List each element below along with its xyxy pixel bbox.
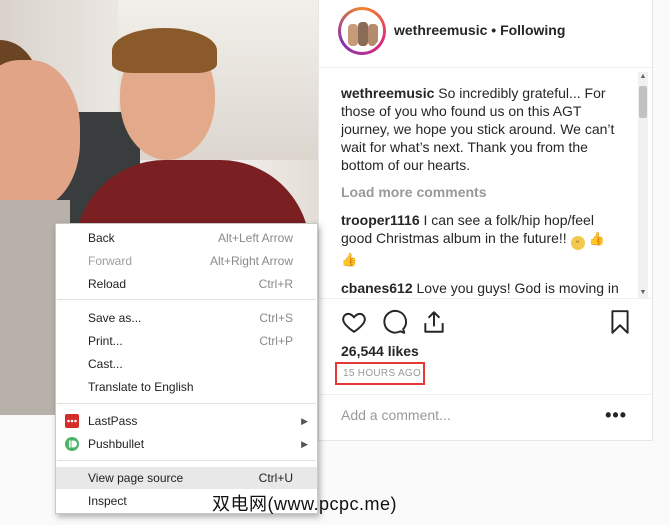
shortcut-label: Ctrl+U (258, 471, 293, 485)
more-options-icon[interactable]: ••• (605, 405, 627, 426)
menu-separator (57, 403, 316, 404)
avatar[interactable] (341, 10, 383, 52)
menu-item-print[interactable]: Print... Ctrl+P (56, 330, 317, 352)
load-more-comments-button[interactable]: Load more comments (341, 183, 627, 201)
watermark-text: 双电网(www.pcpc.me) (212, 494, 398, 514)
post-header: wethreemusic • Following (319, 0, 652, 68)
comment-icon[interactable] (381, 309, 407, 335)
menu-item-translate[interactable]: Translate to English (56, 376, 317, 398)
follow-status-button[interactable]: Following (500, 22, 565, 38)
scroll-up-arrow-icon[interactable]: ▲ (639, 72, 647, 82)
account-header: wethreemusic • Following (394, 22, 565, 38)
scroll-down-arrow-icon[interactable]: ▼ (639, 288, 647, 298)
thumbs-up-emoji-icon: 👍 (588, 231, 605, 246)
comments-scrollbar[interactable]: ▲ ▼ (638, 72, 648, 298)
pushbullet-icon (65, 437, 79, 451)
caption-username[interactable]: wethreemusic (341, 85, 434, 101)
submenu-arrow-icon: ▶ (301, 416, 308, 426)
likes-count[interactable]: 26,544 likes (341, 343, 419, 359)
account-name-link[interactable]: wethreemusic (394, 22, 487, 38)
menu-item-forward[interactable]: Forward Alt+Right Arrow (56, 250, 317, 272)
post-sidebar: wethreemusic • Following wethreemusic So… (318, 0, 653, 441)
post-actions (319, 298, 652, 344)
add-comment-input[interactable]: Add a comment... (341, 407, 451, 423)
context-menu: Back Alt+Left Arrow Forward Alt+Right Ar… (55, 223, 318, 514)
menu-separator (57, 460, 316, 461)
menu-separator (57, 299, 316, 300)
menu-item-lastpass[interactable]: LastPass ▶ (56, 410, 317, 432)
comment-username[interactable]: cbanes612 (341, 280, 413, 296)
menu-item-cast[interactable]: Cast... (56, 353, 317, 375)
comment-item: cbanes612 Love you guys! God is moving i… (341, 279, 627, 298)
comments-list[interactable]: wethreemusic So incredibly grateful... F… (341, 84, 627, 298)
bookmark-icon[interactable] (607, 309, 633, 335)
post-timestamp[interactable]: 15 HOURS AGO (343, 368, 421, 379)
grinning-emoji-icon: ᵕ (570, 236, 585, 250)
scrollbar-thumb[interactable] (639, 86, 647, 118)
shortcut-label: Alt+Right Arrow (209, 254, 293, 268)
add-comment-bar: Add a comment... ••• (319, 394, 652, 440)
shortcut-label: Ctrl+R (258, 277, 293, 291)
menu-item-view-source[interactable]: View page source Ctrl+U (56, 467, 317, 489)
submenu-arrow-icon: ▶ (301, 439, 308, 449)
menu-item-back[interactable]: Back Alt+Left Arrow (56, 227, 317, 249)
heart-icon[interactable] (341, 309, 367, 335)
shortcut-label: Ctrl+S (259, 311, 293, 325)
shortcut-label: Ctrl+P (259, 334, 293, 348)
header-separator: • (491, 22, 497, 38)
post-caption: wethreemusic So incredibly grateful... F… (341, 84, 627, 174)
menu-item-reload[interactable]: Reload Ctrl+R (56, 273, 317, 295)
shortcut-label: Alt+Left Arrow (217, 231, 293, 245)
share-icon[interactable] (421, 309, 447, 335)
photo-man-hair (112, 28, 217, 73)
comment-username[interactable]: trooper1116 (341, 212, 420, 228)
thumbs-up-emoji-icon: 👍 (341, 252, 358, 267)
menu-item-save-as[interactable]: Save as... Ctrl+S (56, 307, 317, 329)
comment-item: trooper1116 I can see a folk/hip hop/fee… (341, 211, 627, 269)
lastpass-icon (65, 414, 79, 428)
menu-item-pushbullet[interactable]: Pushbullet ▶ (56, 433, 317, 455)
